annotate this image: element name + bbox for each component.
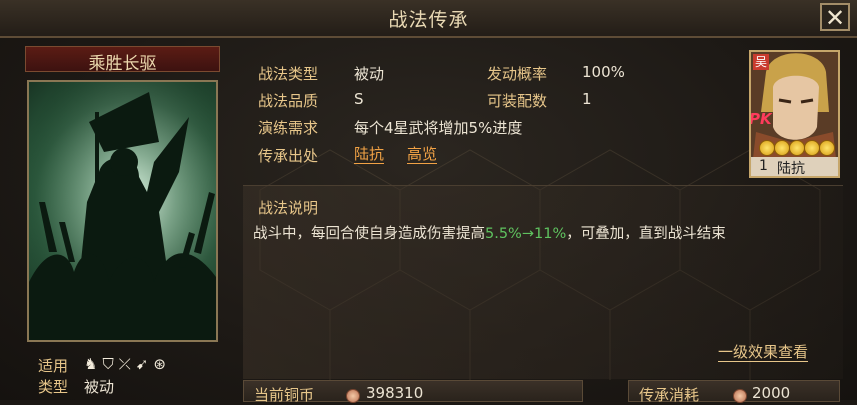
general-name: 陆抗 [777,161,805,177]
description-heading: 战法说明 [258,199,319,217]
general-cost: 1 [759,158,768,174]
star-icon [774,140,790,156]
title-bar: 战法传承 ✕ [0,0,857,38]
skill-type-value: 被动 [354,65,385,83]
general-name-bar: 1 陆抗 [751,157,838,176]
usable-label: 适用 [38,357,69,375]
copper-coin-icon [733,389,747,403]
faction-badge: 吴 [753,54,769,70]
source-link-gaolan[interactable]: 高览 [407,145,438,164]
description-text: 战斗中，每回合使自身造成伤害提高5.5%→11%，可叠加，直到战斗结束 [253,222,726,243]
type-value: 被动 [84,378,115,396]
type-label: 类型 [38,378,69,396]
coin-label: 当前铜币 [254,386,315,404]
coin-value: 398310 [366,384,424,402]
cost-value: 2000 [752,384,791,402]
warrior-silhouette-art [29,82,216,340]
skill-card-art [27,80,218,342]
copper-coin-icon [346,389,360,403]
slots-label: 可装配数 [487,92,548,110]
skill-type-label: 战法类型 [258,65,319,83]
star-icon [759,140,775,156]
trigger-rate-value: 100% [582,63,625,81]
window-title: 战法传承 [388,9,469,31]
star-icon [819,140,835,156]
source-label: 传承出处 [258,147,319,165]
train-value: 每个4星武将增加5%进度 [354,119,523,137]
pk-tag: PK [749,110,772,128]
description-highlight: 5.5%→11% [485,226,567,242]
trigger-rate-label: 发动概率 [487,65,548,83]
general-portrait[interactable]: 吴 PK 1 陆抗 [749,50,840,178]
spear-icon: ➹ [135,355,154,373]
quality-label: 战法品质 [258,92,319,110]
troop-type-icons: ♞⛉⤫➹⊛ [84,355,171,373]
description-suffix: ，可叠加，直到战斗结束 [566,226,726,242]
slots-value: 1 [582,90,592,108]
cavalry-icon: ♞ [84,355,103,373]
description-prefix: 战斗中，每回合使自身造成伤害提高 [253,226,485,242]
level-effects-link[interactable]: 一级效果查看 [718,343,809,362]
train-label: 演练需求 [258,119,319,137]
cost-label: 传承消耗 [639,386,700,404]
bow-icon: ⤫ [118,355,136,373]
quality-value: S [354,90,364,108]
shield-icon: ⛉ [102,355,119,373]
source-link-lukang[interactable]: 陆抗 [354,145,385,164]
close-button[interactable]: ✕ [820,3,850,31]
skill-name-banner: 乘胜长驱 [25,46,220,74]
star-icon [804,140,820,156]
star-icon [789,140,805,156]
skill-name: 乘胜长驱 [88,54,157,74]
siege-icon: ⊛ [153,355,171,373]
